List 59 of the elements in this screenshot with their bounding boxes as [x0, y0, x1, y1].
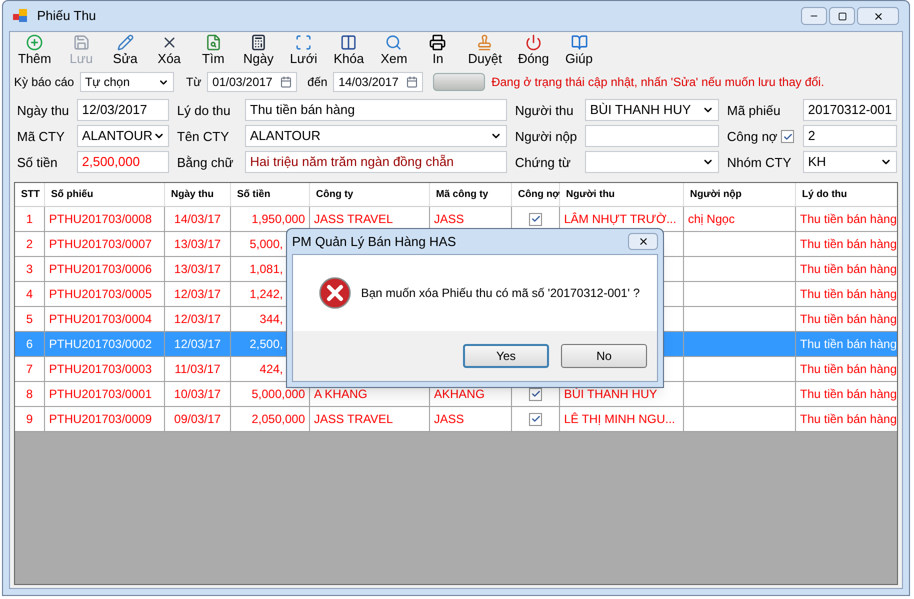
table-cell: 8	[15, 382, 45, 406]
field-label: Ngày thu	[17, 102, 70, 120]
table-cell: PTHU201703/0008	[45, 207, 165, 231]
field-label: Số tiền	[17, 154, 58, 172]
status-message: Đang ở trạng thái cập nhật, nhấn 'Sửa' nếu muốn lưu thay đổi.	[491, 74, 824, 91]
table-cell: Thu tiền bán hàng	[796, 282, 897, 306]
table-cell: PTHU201703/0001	[45, 382, 165, 406]
table-cell: Thu tiền bán hàng	[796, 407, 897, 431]
window-title: Phiếu Thu	[37, 7, 96, 26]
table-cell: PTHU201703/0009	[45, 407, 165, 431]
table-cell: 10/03/17	[165, 382, 231, 406]
table-cell: Thu tiền bán hàng	[796, 207, 897, 231]
table-cell: 12/03/17	[165, 307, 231, 331]
table-cell: 9	[15, 407, 45, 431]
table-cell: PTHU201703/0005	[45, 282, 165, 306]
field-label: Tên CTY	[177, 128, 230, 146]
table-cell: JASS	[430, 407, 512, 431]
table-cell: 2	[15, 232, 45, 256]
field-label: Nhóm CTY	[727, 154, 792, 172]
field-label: Mã phiếu	[727, 102, 780, 120]
table-cell: Thu tiền bán hàng	[796, 257, 897, 281]
dialog-message: Bạn muốn xóa Phiếu thu có mã số '20170312-001' ?	[361, 285, 640, 302]
table-cell: 14/03/17	[165, 207, 231, 231]
field-label: Kỳ báo cáo	[14, 74, 74, 91]
table-cell: PTHU201703/0003	[45, 357, 165, 381]
table-cell: PTHU201703/0002	[45, 332, 165, 356]
table-cell: Thu tiền bán hàng	[796, 307, 897, 331]
table-cell: PTHU201703/0004	[45, 307, 165, 331]
table-cell: 13/03/17	[165, 232, 231, 256]
table-cell: 12/03/17	[165, 282, 231, 306]
table-cell: 2,050,000	[231, 407, 310, 431]
table-cell: 12/03/17	[165, 332, 231, 356]
table-cell: 13/03/17	[165, 257, 231, 281]
field-label: Mã CTY	[17, 128, 65, 146]
table-cell: 4	[15, 282, 45, 306]
table-cell: Thu tiền bán hàng	[796, 382, 897, 406]
field-label: Người thu	[515, 102, 574, 120]
table-cell: 11/03/17	[165, 357, 231, 381]
field-label: Công nợ	[727, 128, 778, 146]
table-cell: 1	[15, 207, 45, 231]
field-label: Từ	[186, 74, 202, 91]
table-cell: LÊ THỊ MINH NGU...	[560, 407, 684, 431]
field-label: Chứng từ	[515, 154, 571, 172]
table-cell: PTHU201703/0007	[45, 232, 165, 256]
field-label: đến	[307, 74, 328, 91]
field-label: Lý do thu	[177, 102, 230, 120]
table-cell: chị Ngọc	[684, 207, 796, 231]
table-cell: 3	[15, 257, 45, 281]
table-cell: Thu tiền bán hàng	[796, 232, 897, 256]
table-cell: Thu tiền bán hàng	[796, 332, 897, 356]
field-label: Người nộp	[515, 128, 578, 146]
table-cell: 6	[15, 332, 45, 356]
table-cell: 09/03/17	[165, 407, 231, 431]
table-cell: 5	[15, 307, 45, 331]
table-cell: PTHU201703/0006	[45, 257, 165, 281]
table-cell: Thu tiền bán hàng	[796, 357, 897, 381]
table-cell: JASS TRAVEL	[310, 407, 430, 431]
table-cell: 7	[15, 357, 45, 381]
field-label: Bằng chữ	[177, 154, 234, 172]
